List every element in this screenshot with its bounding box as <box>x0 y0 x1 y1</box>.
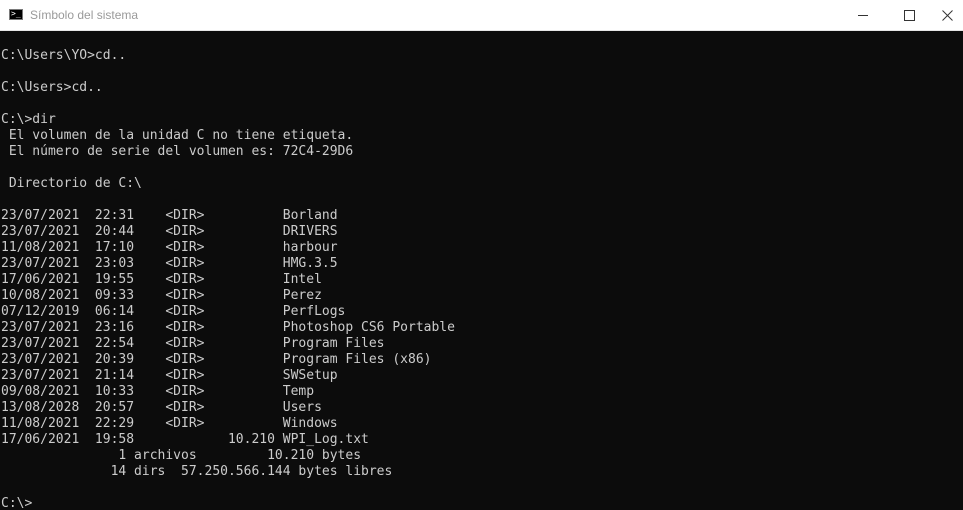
console-line: El número de serie del volumen es: 72C4-… <box>1 144 354 159</box>
console-line: 11/08/2021 17:10 <DIR> harbour <box>1 240 338 255</box>
close-icon <box>942 10 953 21</box>
minimize-icon <box>858 15 868 16</box>
console-line: 17/06/2021 19:55 <DIR> Intel <box>1 272 322 287</box>
console-line: 23/07/2021 23:16 <DIR> Photoshop CS6 Por… <box>1 320 455 335</box>
console-line: C:\Users\YO>cd.. <box>1 48 127 63</box>
title-bar[interactable]: >_ Símbolo del sistema <box>0 0 963 31</box>
console-line: C:\Users>cd.. <box>1 80 103 95</box>
console-line: 23/07/2021 20:39 <DIR> Program Files (x8… <box>1 352 432 367</box>
console-line: El volumen de la unidad C no tiene etiqu… <box>1 128 354 143</box>
console-line: 13/08/2028 20:57 <DIR> Users <box>1 400 322 415</box>
console-line: 1 archivos 10.210 bytes <box>1 448 362 463</box>
maximize-button[interactable] <box>886 0 932 31</box>
console-line: 10/08/2021 09:33 <DIR> Perez <box>1 288 322 303</box>
console-output[interactable]: C:\Users\YO>cd.. C:\Users>cd.. C:\>dir El … <box>0 31 963 510</box>
console-line: 23/07/2021 21:14 <DIR> SWSetup <box>1 368 338 383</box>
console-line: 23/07/2021 22:31 <DIR> Borland <box>1 208 338 223</box>
console-line: 23/07/2021 22:54 <DIR> Program Files <box>1 336 385 351</box>
console-line: 11/08/2021 22:29 <DIR> Windows <box>1 416 338 431</box>
console-line: C:\>dir <box>1 112 56 127</box>
command-prompt-window: >_ Símbolo del sistema C:\Users\YO>cd.. C… <box>0 0 963 510</box>
cmd-icon: >_ <box>9 9 23 20</box>
console-line: 09/08/2021 10:33 <DIR> Temp <box>1 384 315 399</box>
console-line: 07/12/2019 06:14 <DIR> PerfLogs <box>1 304 346 319</box>
cmd-icon-glyph: >_ <box>11 9 21 18</box>
minimize-button[interactable] <box>840 0 886 31</box>
window-title: Símbolo del sistema <box>30 8 139 22</box>
close-button[interactable] <box>932 0 963 31</box>
console-line: C:\> <box>1 496 33 510</box>
console-line: 14 dirs 57.250.566.144 bytes libres <box>1 464 393 479</box>
console-line: 17/06/2021 19:58 10.210 WPI_Log.txt <box>1 432 369 447</box>
maximize-icon <box>904 10 915 21</box>
console-line: Directorio de C:\ <box>1 176 142 191</box>
console-line: 23/07/2021 23:03 <DIR> HMG.3.5 <box>1 256 338 271</box>
console-line: 23/07/2021 20:44 <DIR> DRIVERS <box>1 224 338 239</box>
